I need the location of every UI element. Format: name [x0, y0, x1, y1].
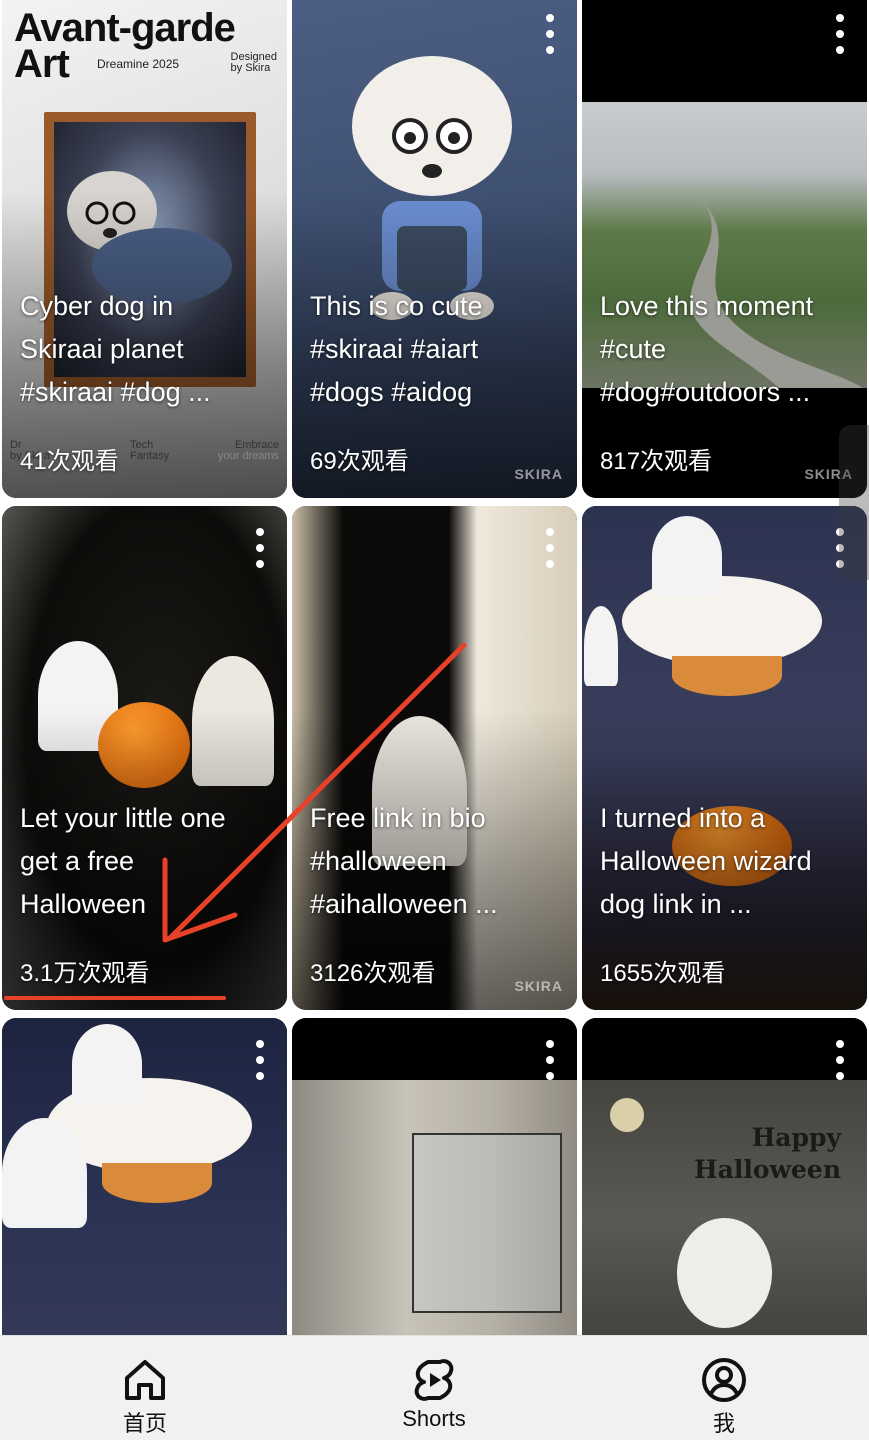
nav-me-label: 我: [712, 1411, 735, 1436]
ghost-graphic: [72, 1024, 142, 1104]
nav-me[interactable]: 我: [654, 1336, 794, 1441]
side-swipe-handle[interactable]: [839, 425, 869, 580]
lantern-graphic: [672, 656, 782, 696]
more-options-button[interactable]: [251, 528, 269, 568]
skira-watermark: SKIRA: [514, 978, 563, 994]
shorts-grid: Avant-garde Art Dreamine 2025 Designed b…: [0, 0, 869, 1335]
short-title: I turned into a Halloween wizard dog lin…: [600, 803, 812, 919]
more-options-button[interactable]: [831, 1040, 849, 1080]
view-count: 69次观看: [310, 448, 409, 475]
short-card-2[interactable]: This is co cute #skiraai #aiart #dogs #a…: [292, 0, 577, 498]
short-title: Cyber dog in Skiraai planet #skiraai #do…: [20, 291, 211, 407]
more-options-button[interactable]: [541, 1040, 559, 1080]
short-title: This is co cute #skiraai #aiart #dogs #a…: [310, 291, 483, 407]
shorts-icon: [414, 1359, 454, 1401]
poster-title: Avant-garde Art: [14, 6, 236, 86]
short-title: Love this moment #cute #dog#outdoors ...: [600, 291, 814, 407]
nav-home[interactable]: 首页: [75, 1336, 215, 1441]
short-card-6[interactable]: I turned into a Halloween wizard dog lin…: [582, 506, 867, 1010]
letterbox-bar: [582, 0, 867, 102]
short-card-7[interactable]: [2, 1018, 287, 1335]
more-options-button[interactable]: [831, 14, 849, 54]
moon-graphic: [610, 1098, 644, 1132]
letterbox-bar: [292, 1018, 577, 1080]
view-count: 3126次观看: [310, 960, 436, 987]
halloween-text: Happy Halloween: [694, 1123, 841, 1184]
home-icon: [125, 1360, 165, 1400]
short-title: Free link in bio #halloween #aihalloween…: [310, 803, 498, 919]
short-card-5[interactable]: Free link in bio #halloween #aihalloween…: [292, 506, 577, 1010]
poster-credit: Designed by Skira: [230, 51, 277, 74]
short-card-3[interactable]: Love this moment #cute #dog#outdoors ...…: [582, 0, 867, 498]
short-card-4[interactable]: Let your little one get a free Halloween…: [2, 506, 287, 1010]
ghost-graphic: [652, 516, 722, 596]
nav-home-label: 首页: [122, 1411, 167, 1436]
ghost-graphic-2: [2, 1118, 87, 1228]
bottom-navigation: 首页 Shorts 我: [0, 1335, 869, 1440]
ghost-graphic-2: [584, 606, 618, 686]
skira-watermark: SKIRA: [514, 466, 563, 482]
short-title: Let your little one get a free Halloween: [20, 803, 226, 919]
poster-subtitle: Dreamine 2025: [97, 57, 180, 71]
glass-case-graphic: [412, 1133, 562, 1313]
short-card-1[interactable]: Avant-garde Art Dreamine 2025 Designed b…: [2, 0, 287, 498]
letterbox-bar: [582, 1018, 867, 1080]
more-options-button[interactable]: [541, 528, 559, 568]
more-options-button[interactable]: [541, 14, 559, 54]
dog-graphic: [677, 1218, 772, 1328]
nav-shorts-label: Shorts: [402, 1406, 466, 1431]
annotation-underline: [4, 996, 226, 1000]
short-card-9[interactable]: Happy Halloween: [582, 1018, 867, 1335]
view-count: 41次观看: [20, 448, 119, 475]
lantern-graphic: [102, 1163, 212, 1203]
short-card-8[interactable]: [292, 1018, 577, 1335]
more-options-button[interactable]: [251, 1040, 269, 1080]
view-count: 1655次观看: [600, 960, 726, 987]
account-icon: [702, 1358, 746, 1402]
view-count: 817次观看: [600, 448, 713, 475]
view-count: 3.1万次观看: [20, 960, 150, 987]
nav-shorts[interactable]: Shorts: [364, 1336, 504, 1441]
